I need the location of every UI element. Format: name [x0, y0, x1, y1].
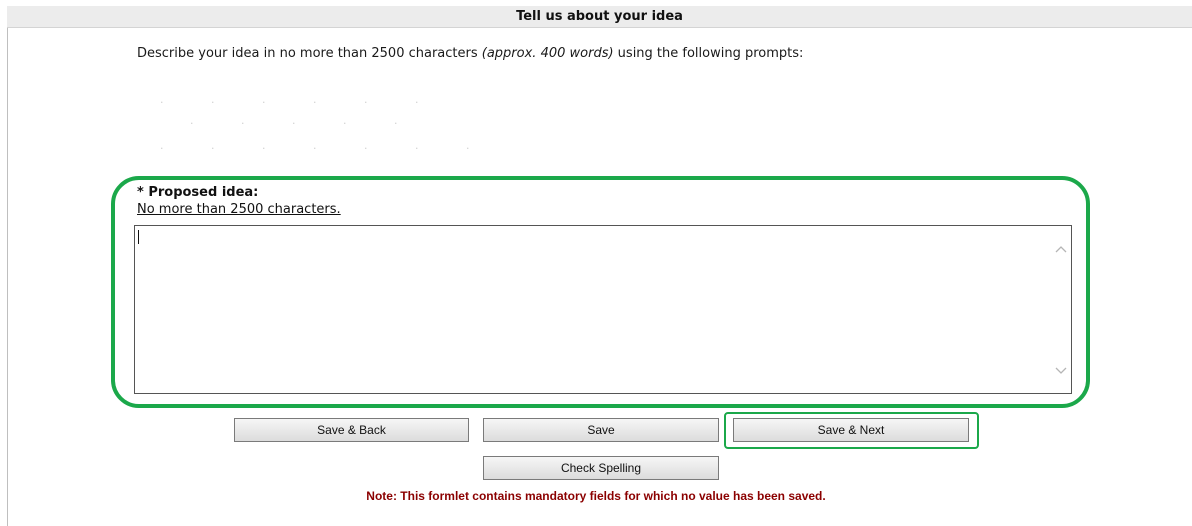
intro-text-start: Describe your idea in no more than 2500 …: [137, 46, 482, 61]
proposed-idea-textarea[interactable]: [134, 225, 1072, 394]
intro-text-italic: (approx. 400 words): [481, 46, 614, 61]
check-spelling-button[interactable]: Check Spelling: [483, 456, 719, 480]
save-and-back-button[interactable]: Save & Back: [234, 418, 469, 442]
section-header: Tell us about your idea: [7, 6, 1192, 28]
chevron-up-icon[interactable]: [1054, 243, 1068, 257]
section-title: Tell us about your idea: [516, 9, 683, 24]
chevron-down-icon[interactable]: [1054, 363, 1068, 377]
intro-text: Describe your idea in no more than 2500 …: [137, 46, 803, 61]
faint-artifact-1: · · · · · ·: [160, 96, 441, 109]
character-limit-hint: No more than 2500 characters.: [137, 202, 341, 217]
mandatory-fields-note: Note: This formlet contains mandatory fi…: [366, 489, 826, 503]
form-page: Tell us about your idea Describe your id…: [0, 0, 1192, 526]
faint-artifact-2: · · · · ·: [190, 117, 420, 130]
text-caret: [138, 230, 139, 244]
intro-text-end: using the following prompts:: [613, 46, 804, 61]
proposed-idea-label: * Proposed idea:: [137, 185, 259, 200]
left-divider: [7, 28, 8, 526]
save-button[interactable]: Save: [483, 418, 719, 442]
faint-artifact-3: · · · · · · ·: [160, 142, 492, 155]
save-and-next-button[interactable]: Save & Next: [733, 418, 969, 442]
